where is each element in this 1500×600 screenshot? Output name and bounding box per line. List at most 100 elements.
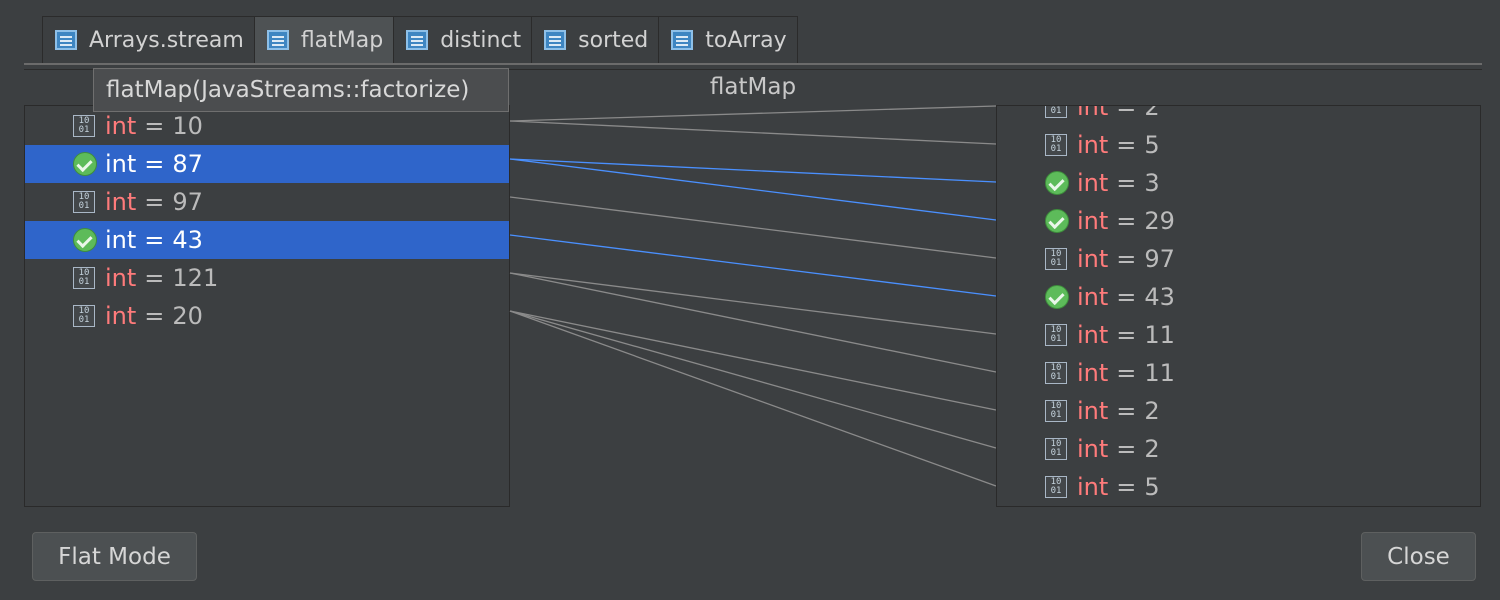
tab-toarray[interactable]: toArray: [658, 16, 798, 63]
check-icon: [1045, 209, 1069, 233]
value-row[interactable]: 10 01 int = 20: [25, 297, 509, 335]
mapping-line: [509, 158, 997, 183]
mapping-title: flatMap: [709, 74, 797, 100]
equals-sign: =: [1116, 169, 1137, 197]
mapping-line: [509, 310, 997, 449]
equals-sign: =: [144, 302, 165, 330]
type-keyword: int: [1077, 397, 1109, 425]
binary-value-icon: 1001: [73, 305, 95, 327]
binary-value-icon: 1001: [1045, 324, 1067, 346]
mapping-line: [509, 272, 997, 335]
value-text: 5: [1144, 473, 1160, 501]
type-keyword: int: [1077, 321, 1109, 349]
value-text: 43: [1144, 283, 1175, 311]
close-button[interactable]: Close: [1361, 532, 1476, 581]
stream-step-icon: [406, 30, 429, 50]
value-row[interactable]: int = 43: [997, 278, 1480, 316]
mapping-line: [509, 196, 997, 259]
value-row[interactable]: 1001int=2: [997, 392, 1480, 430]
tab-label: sorted: [578, 27, 649, 53]
mapping-line: [509, 234, 997, 297]
mapping-line: [509, 158, 997, 221]
value-row[interactable]: int = 87: [25, 145, 509, 183]
value-text: 20: [172, 302, 203, 330]
value-text: 87: [172, 150, 203, 178]
equals-sign: =: [1116, 473, 1137, 501]
equals-sign: =: [1116, 131, 1137, 159]
value-row[interactable]: 1001int=2: [997, 430, 1480, 468]
binary-value-icon: 1001: [1045, 476, 1067, 498]
value-text: 10: [172, 112, 203, 140]
binary-value-icon: 1001: [1045, 134, 1067, 156]
type-keyword: int: [105, 264, 137, 292]
equals-sign: =: [1116, 435, 1137, 463]
value-text: 121: [172, 264, 219, 292]
type-keyword: int: [1077, 359, 1109, 387]
value-text: 11: [1144, 321, 1175, 349]
binary-value-icon: 1001: [1045, 248, 1067, 270]
value-text: 2: [1144, 435, 1160, 463]
check-icon: [73, 152, 97, 176]
value-text: 97: [1144, 245, 1175, 273]
binary-value-icon: 1001: [1045, 106, 1067, 118]
type-keyword: int: [105, 302, 137, 330]
tab-distinct[interactable]: distinct: [393, 16, 533, 63]
equals-sign: =: [144, 112, 165, 140]
result-values-list[interactable]: 1001int=21001int=5int=3int=291001int=97i…: [996, 105, 1481, 507]
type-keyword: int: [105, 226, 137, 254]
flat-mode-button[interactable]: Flat Mode: [32, 532, 197, 581]
binary-value-icon: 1001: [1045, 362, 1067, 384]
equals-sign: =: [1116, 283, 1137, 311]
tab-flatmap[interactable]: flatMap: [253, 16, 395, 63]
type-keyword: int: [105, 150, 137, 178]
stream-chain-tabs: Arrays.stream flatMap distinct sorted toArra…: [42, 16, 798, 63]
tab-arrays-stream[interactable]: Arrays.stream: [42, 16, 255, 63]
value-text: 43: [172, 226, 203, 254]
binary-value-icon: 1001: [73, 267, 95, 289]
value-row[interactable]: int = 3: [997, 164, 1480, 202]
tab-label: distinct: [440, 27, 522, 53]
tab-label: flatMap: [300, 27, 384, 53]
source-values-list[interactable]: 10 01 int = 10 int = 87 10 01 int = 97 int = 43 10 01 int =…: [24, 105, 510, 507]
value-row[interactable]: int = 43: [25, 221, 509, 259]
equals-sign: =: [144, 264, 165, 292]
mapping-line: [509, 310, 997, 411]
value-row[interactable]: 10 01 int = 5: [997, 468, 1480, 506]
value-text: 2: [1144, 397, 1160, 425]
tab-label: Arrays.stream: [89, 27, 244, 53]
type-keyword: int: [1077, 105, 1109, 121]
stream-step-icon: [544, 30, 567, 50]
check-icon: [1045, 285, 1069, 309]
type-keyword: int: [1077, 131, 1109, 159]
tab-tooltip: flatMap(JavaStreams::factorize): [93, 68, 509, 112]
value-text: 11: [1144, 359, 1175, 387]
type-keyword: int: [105, 188, 137, 216]
type-keyword: int: [1077, 473, 1109, 501]
value-row[interactable]: 10 01 int = 11: [997, 316, 1480, 354]
equals-sign: =: [1116, 105, 1137, 121]
tab-label: toArray: [705, 27, 787, 53]
value-text: 2: [1144, 105, 1160, 121]
value-row[interactable]: 1001 int = 2: [997, 105, 1480, 126]
mapping-line: [509, 120, 997, 145]
value-row[interactable]: 10 01 int = 121: [25, 259, 509, 297]
type-keyword: int: [1077, 207, 1109, 235]
value-row[interactable]: 10 01 int = 97: [25, 183, 509, 221]
type-keyword: int: [105, 112, 137, 140]
equals-sign: =: [1116, 359, 1137, 387]
value-row[interactable]: int = 29: [997, 202, 1480, 240]
value-row[interactable]: 10 01 int = 11: [997, 354, 1480, 392]
mapping-line: [509, 105, 997, 122]
stream-step-icon: [55, 30, 77, 50]
value-row[interactable]: 10 01 int = 97: [997, 240, 1480, 278]
type-keyword: int: [1077, 169, 1109, 197]
equals-sign: =: [1116, 321, 1137, 349]
binary-value-icon: 1001: [73, 115, 95, 137]
value-row[interactable]: 10 01 int = 10: [25, 107, 509, 145]
equals-sign: =: [144, 150, 165, 178]
value-row[interactable]: 10 01 int = 5: [997, 126, 1480, 164]
tab-sorted[interactable]: sorted: [531, 16, 660, 63]
type-keyword: int: [1077, 283, 1109, 311]
equals-sign: =: [1116, 397, 1137, 425]
binary-value-icon: 1001: [73, 191, 95, 213]
